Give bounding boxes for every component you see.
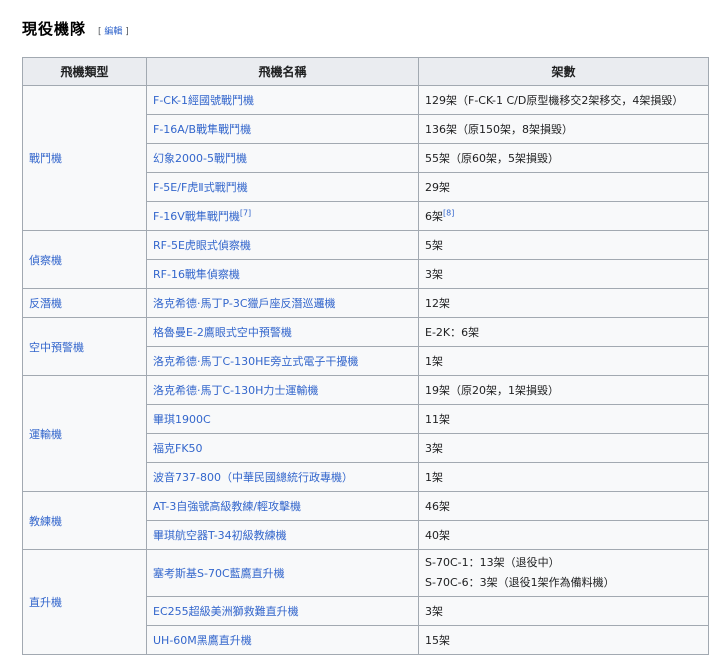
aircraft-name-link[interactable]: 畢琪航空器T-34初級教練機 bbox=[146, 520, 419, 550]
aircraft-count-cell: 6架[8] bbox=[418, 201, 709, 231]
edit-bracket-close: ] bbox=[125, 27, 129, 37]
aircraft-count: 136架（原150架，8架損毀） bbox=[418, 114, 709, 144]
aircraft-name-link[interactable]: RF-16戰隼偵察機 bbox=[146, 259, 419, 289]
section-heading-row: 現役機隊 [ 編輯 ] bbox=[22, 18, 698, 44]
reference-link[interactable]: [8] bbox=[443, 208, 454, 217]
aircraft-count: 11架 bbox=[418, 404, 709, 434]
aircraft-count: 129架（F-CK-1 C/D原型機移交2架移交，4架損毀） bbox=[418, 85, 709, 115]
aircraft-name-link[interactable]: 波音737-800（中華民國總統行政專機） bbox=[146, 462, 419, 492]
aircraft-name-link[interactable]: 洛克希德·馬丁C-130HE旁立式電子干擾機 bbox=[146, 346, 419, 376]
aircraft-name-link[interactable]: UH-60M黑鷹直升機 bbox=[146, 625, 419, 655]
aircraft-count: 46架 bbox=[418, 491, 709, 521]
aircraft-name-link[interactable]: 塞考斯基S-70C藍鷹直升機 bbox=[146, 549, 419, 597]
aircraft-type-link[interactable]: 運輸機 bbox=[22, 375, 147, 492]
section-title: 現役機隊 bbox=[22, 20, 87, 38]
aircraft-count-line: S-70C-1：13架（退役中） bbox=[425, 556, 560, 569]
aircraft-type-link[interactable]: 反潛機 bbox=[22, 288, 147, 318]
header-aircraft-type: 飛機類型 bbox=[22, 57, 147, 86]
table-row: 直升機 塞考斯基S-70C藍鷹直升機 S-70C-1：13架（退役中） S-70… bbox=[22, 549, 709, 655]
table-header-row: 飛機類型 飛機名稱 架數 bbox=[22, 57, 709, 86]
aircraft-name-cell: F-16V戰隼戰鬥機[7] bbox=[146, 201, 419, 231]
aircraft-name-link[interactable]: 格魯曼E-2鷹眼式空中預警機 bbox=[146, 317, 419, 347]
table-row: 偵察機 RF-5E虎眼式偵察機 5架 bbox=[22, 230, 709, 289]
aircraft-count: 3架 bbox=[418, 433, 709, 463]
fleet-table: 飛機類型 飛機名稱 架數 戰鬥機 F-CK-1經國號戰鬥機 129架（F-CK-… bbox=[22, 57, 709, 655]
aircraft-type-link[interactable]: 直升機 bbox=[22, 549, 147, 655]
reference-link[interactable]: [7] bbox=[240, 208, 251, 217]
header-aircraft-name: 飛機名稱 bbox=[146, 57, 419, 86]
aircraft-name-link[interactable]: F-16A/B戰隼戰鬥機 bbox=[146, 114, 419, 144]
aircraft-count: 5架 bbox=[418, 230, 709, 260]
aircraft-name-link[interactable]: 福克FK50 bbox=[146, 433, 419, 463]
aircraft-count: 15架 bbox=[418, 625, 709, 655]
aircraft-name-link[interactable]: F-5E/F虎Ⅱ式戰鬥機 bbox=[146, 172, 419, 202]
header-count: 架數 bbox=[418, 57, 709, 86]
aircraft-count-cell: S-70C-1：13架（退役中） S-70C-6：3架（退役1架作為備料機） bbox=[418, 549, 709, 597]
aircraft-count: 3架 bbox=[418, 596, 709, 626]
edit-section-link-wrapper: [ 編輯 ] bbox=[98, 24, 129, 37]
aircraft-count: 29架 bbox=[418, 172, 709, 202]
aircraft-type-link[interactable]: 教練機 bbox=[22, 491, 147, 550]
aircraft-name-link[interactable]: 畢琪1900C bbox=[146, 404, 419, 434]
aircraft-name-link[interactable]: RF-5E虎眼式偵察機 bbox=[146, 230, 419, 260]
table-row: 反潛機 洛克希德·馬丁P-3C獵戶座反潛巡邏機 12架 bbox=[22, 288, 709, 318]
edit-bracket-open: [ bbox=[98, 27, 102, 37]
table-row: 運輸機 洛克希德·馬丁C-130H力士運輸機 19架（原20架，1架損毀） bbox=[22, 375, 709, 492]
aircraft-name-link[interactable]: 洛克希德·馬丁P-3C獵戶座反潛巡邏機 bbox=[146, 288, 419, 318]
aircraft-type-link[interactable]: 戰鬥機 bbox=[22, 85, 147, 231]
aircraft-count: 1架 bbox=[418, 462, 709, 492]
aircraft-count-line: S-70C-6：3架（退役1架作為備料機） bbox=[425, 576, 615, 589]
aircraft-count: 55架（原60架，5架損毀） bbox=[418, 143, 709, 173]
edit-section-link[interactable]: 編輯 bbox=[104, 27, 122, 37]
aircraft-type-link[interactable]: 偵察機 bbox=[22, 230, 147, 289]
table-row: 空中預警機 格魯曼E-2鷹眼式空中預警機 E-2K：6架 bbox=[22, 317, 709, 376]
aircraft-name-link[interactable]: F-16V戰隼戰鬥機 bbox=[153, 210, 240, 223]
aircraft-count: 12架 bbox=[418, 288, 709, 318]
aircraft-name-link[interactable]: 幻象2000-5戰鬥機 bbox=[146, 143, 419, 173]
aircraft-type-link[interactable]: 空中預警機 bbox=[22, 317, 147, 376]
aircraft-name-link[interactable]: F-CK-1經國號戰鬥機 bbox=[146, 85, 419, 115]
aircraft-count: E-2K：6架 bbox=[418, 317, 709, 347]
aircraft-name-link[interactable]: 洛克希德·馬丁C-130H力士運輸機 bbox=[146, 375, 419, 405]
aircraft-count: 40架 bbox=[418, 520, 709, 550]
aircraft-count: 19架（原20架，1架損毀） bbox=[418, 375, 709, 405]
aircraft-count: 6架 bbox=[425, 210, 443, 223]
table-row: 戰鬥機 F-CK-1經國號戰鬥機 129架（F-CK-1 C/D原型機移交2架移… bbox=[22, 85, 709, 231]
aircraft-name-link[interactable]: AT-3自強號高級教練/輕攻擊機 bbox=[146, 491, 419, 521]
aircraft-name-link[interactable]: EC255超級美洲獅救難直升機 bbox=[146, 596, 419, 626]
table-row: 教練機 AT-3自強號高級教練/輕攻擊機 46架 bbox=[22, 491, 709, 550]
aircraft-count: 1架 bbox=[418, 346, 709, 376]
aircraft-count: 3架 bbox=[418, 259, 709, 289]
page-content: 現役機隊 [ 編輯 ] 飛機類型 飛機名稱 架數 戰鬥機 F-CK-1經國號戰鬥… bbox=[0, 0, 709, 655]
